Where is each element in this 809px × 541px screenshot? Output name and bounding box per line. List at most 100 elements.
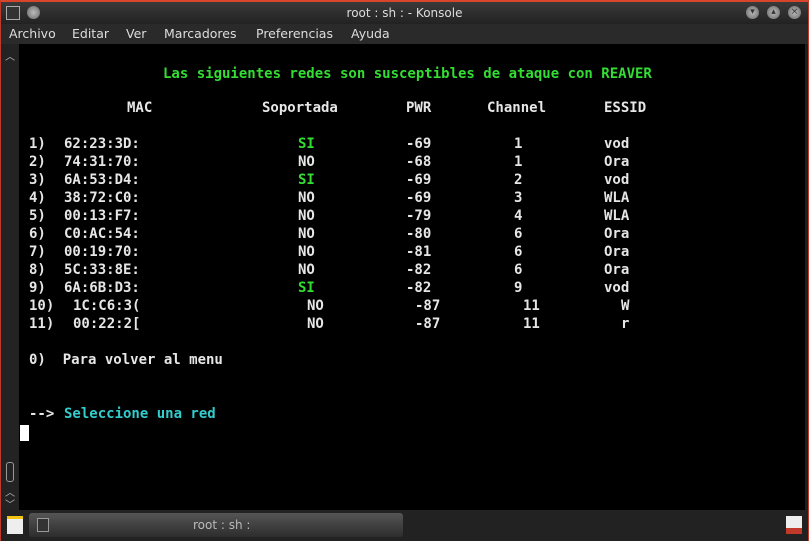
- row-mac: 00:19:70:: [64, 244, 140, 260]
- row-ch: 6: [514, 262, 523, 278]
- row-sop: NO: [307, 316, 324, 332]
- header-pwr: PWR: [406, 100, 432, 116]
- konsole-window: root : sh : - Konsole ▾ ▴ × Archivo Edit…: [0, 0, 809, 541]
- menu-marcadores[interactable]: Marcadores: [164, 24, 237, 44]
- row-n: 3): [29, 172, 46, 188]
- row-pwr: -69: [406, 172, 432, 188]
- row-mac: 00:13:F7:: [64, 208, 140, 224]
- row-n: 5): [29, 208, 46, 224]
- new-tab-icon[interactable]: [7, 516, 23, 534]
- row-n: 10): [29, 298, 55, 314]
- row-pwr: -79: [406, 208, 432, 224]
- row-essid: vod: [604, 136, 630, 152]
- row-ch: 1: [514, 154, 523, 170]
- tab-root-sh[interactable]: root : sh :: [29, 513, 403, 537]
- row-sop: NO: [307, 298, 324, 314]
- tab-bar: root : sh :: [1, 510, 808, 541]
- row-sop: SI: [298, 172, 315, 188]
- row-essid: Ora: [604, 226, 630, 242]
- row-mac: C0:AC:54:: [64, 226, 140, 242]
- row-sop: SI: [298, 280, 315, 296]
- row-n: 11): [29, 316, 55, 332]
- row-n: 4): [29, 190, 46, 206]
- row-mac: 6A:53:D4:: [64, 172, 140, 188]
- maximize-button[interactable]: ▴: [767, 6, 780, 19]
- row-mac: 74:31:70:: [64, 154, 140, 170]
- row-pwr: -82: [406, 262, 432, 278]
- row-pwr: -69: [406, 190, 432, 206]
- scrollbar[interactable]: ︿ ︿ ﹀: [1, 44, 19, 511]
- terminal-app-icon[interactable]: [6, 6, 20, 20]
- row-n: 7): [29, 244, 46, 260]
- text-cursor: [20, 425, 29, 441]
- menu-ayuda[interactable]: Ayuda: [351, 24, 390, 44]
- row-ch: 9: [514, 280, 523, 296]
- row-ch: 1: [514, 136, 523, 152]
- header-essid: ESSID: [604, 100, 647, 116]
- row-pwr: -81: [406, 244, 432, 260]
- scroll-up-icon[interactable]: ︿: [1, 48, 19, 63]
- row-mac: 1C:C6:3(: [73, 298, 141, 314]
- row-essid: Ora: [604, 262, 630, 278]
- window-title: root : sh : - Konsole: [346, 6, 463, 20]
- menu-bar: Archivo Editar Ver Marcadores Preferenci…: [1, 24, 808, 44]
- row-pwr: -68: [406, 154, 432, 170]
- row-pwr: -87: [415, 298, 441, 314]
- menu-preferencias[interactable]: Preferencias: [256, 24, 333, 44]
- tab-label: root : sh :: [193, 518, 251, 532]
- pin-icon[interactable]: [27, 6, 40, 19]
- terminal-output[interactable]: Las siguientes redes son susceptibles de…: [19, 44, 805, 510]
- row-ch: 6: [514, 226, 523, 242]
- row-ch: 6: [514, 244, 523, 260]
- back-option: 0) Para volver al menu: [29, 352, 223, 368]
- row-mac: 38:72:C0:: [64, 190, 140, 206]
- minimize-button[interactable]: ▾: [746, 6, 759, 19]
- row-mac: 62:23:3D:: [64, 136, 140, 152]
- prompt-text: Seleccione una red: [64, 406, 216, 422]
- row-n: 2): [29, 154, 46, 170]
- row-essid: vod: [604, 280, 630, 296]
- scroll-down-icon[interactable]: ﹀: [1, 496, 19, 511]
- row-ch: 4: [514, 208, 523, 224]
- row-n: 8): [29, 262, 46, 278]
- row-pwr: -69: [406, 136, 432, 152]
- row-essid: Ora: [604, 154, 630, 170]
- row-sop: NO: [298, 190, 315, 206]
- row-pwr: -80: [406, 226, 432, 242]
- row-sop: SI: [298, 136, 315, 152]
- row-ch: 11: [523, 298, 540, 314]
- row-sop: NO: [298, 154, 315, 170]
- row-mac: 6A:6B:D3:: [64, 280, 140, 296]
- menu-editar[interactable]: Editar: [72, 24, 109, 44]
- menu-archivo[interactable]: Archivo: [9, 24, 56, 44]
- terminal-title: Las siguientes redes son susceptibles de…: [163, 66, 652, 82]
- row-essid: WLA: [604, 208, 630, 224]
- row-ch: 11: [523, 316, 540, 332]
- header-mac: MAC: [127, 100, 153, 116]
- row-essid: W: [621, 298, 630, 314]
- row-essid: WLA: [604, 190, 630, 206]
- header-channel: Channel: [487, 100, 547, 116]
- close-button[interactable]: ×: [788, 6, 801, 19]
- row-pwr: -82: [406, 280, 432, 296]
- row-ch: 2: [514, 172, 523, 188]
- header-soportada: Soportada: [262, 100, 338, 116]
- row-sop: NO: [298, 262, 315, 278]
- row-n: 6): [29, 226, 46, 242]
- row-sop: NO: [298, 208, 315, 224]
- terminal-tab-icon: [37, 518, 49, 532]
- row-n: 9): [29, 280, 46, 296]
- prompt-arrow: -->: [29, 406, 55, 422]
- row-mac: 00:22:2[: [73, 316, 141, 332]
- row-essid: r: [621, 316, 630, 332]
- row-pwr: -87: [415, 316, 441, 332]
- scroll-thumb[interactable]: [6, 462, 14, 482]
- title-bar: root : sh : - Konsole ▾ ▴ ×: [1, 2, 808, 24]
- row-sop: NO: [298, 244, 315, 260]
- menu-ver[interactable]: Ver: [126, 24, 146, 44]
- row-ch: 3: [514, 190, 523, 206]
- close-tab-icon[interactable]: [786, 516, 802, 534]
- row-sop: NO: [298, 226, 315, 242]
- row-essid: Ora: [604, 244, 630, 260]
- row-n: 1): [29, 136, 46, 152]
